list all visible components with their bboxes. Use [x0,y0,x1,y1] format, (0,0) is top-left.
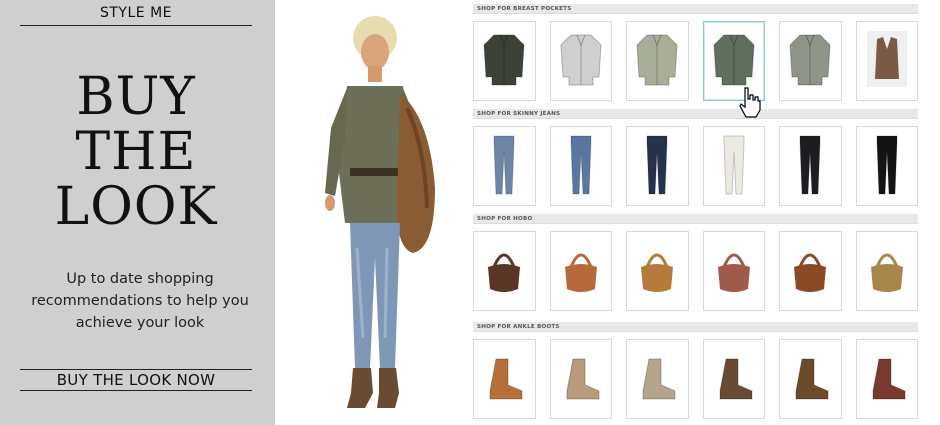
bag-icon [555,237,607,305]
product-tile[interactable] [549,21,612,101]
jacket-icon [478,27,530,95]
product-tile[interactable] [855,21,918,101]
bag-icon [631,237,683,305]
divider-top [20,25,252,26]
shirt-icon [631,27,683,95]
section-title: SHOP FOR HOBO [473,214,918,224]
product-tile[interactable] [702,126,765,206]
brand-label: STYLE ME [99,5,172,21]
jeans-icon [478,132,530,200]
product-tile[interactable] [626,126,689,206]
section-breast-pockets: SHOP FOR BREAST POCKETS [473,4,918,101]
buy-the-look-button[interactable]: BUY THE LOOK NOW [20,371,252,389]
product-tile[interactable] [702,339,765,419]
headline: BUY THE LOOK [20,70,252,235]
product-tile[interactable] [473,126,536,206]
vest-icon [861,27,913,95]
product-tile[interactable] [549,126,612,206]
headline-line-1: BUY [76,67,196,127]
promo-description: Up to date shopping recommendations to h… [31,271,249,331]
promo-panel: STYLE ME BUY THE LOOK Up to date shoppin… [0,0,275,425]
shop-panel: SHOP FOR BREAST POCKETS SHOP FOR SKINNY … [275,0,940,425]
jeans-icon [708,132,760,200]
section-skinny-jeans: SHOP FOR SKINNY JEANS [473,109,918,206]
boot-icon [478,345,530,413]
shirt-icon [784,27,836,95]
shirt-icon [708,27,760,95]
product-tile[interactable] [549,339,612,419]
section-ankle-boots: SHOP FOR ANKLE BOOTS [473,322,918,419]
product-tile[interactable] [626,231,689,311]
bag-icon [861,237,913,305]
headline-line-3: LOOK [54,177,218,237]
jeans-icon [555,132,607,200]
bag-icon [478,237,530,305]
boot-icon [555,345,607,413]
product-tile[interactable] [473,339,536,419]
section-title: SHOP FOR BREAST POCKETS [473,4,918,14]
product-tile[interactable] [779,126,842,206]
product-tile[interactable] [779,231,842,311]
product-tile[interactable] [473,231,536,311]
jeans-icon [631,132,683,200]
model-figure [325,16,435,408]
jeans-icon [784,132,836,200]
boot-icon [784,345,836,413]
bag-icon [708,237,760,305]
divider-cta-bottom [20,390,252,391]
product-tile[interactable] [855,126,918,206]
boot-icon [708,345,760,413]
product-tile[interactable] [549,231,612,311]
section-title: SHOP FOR ANKLE BOOTS [473,322,918,332]
jeans-icon [861,132,913,200]
product-tile[interactable] [779,339,842,419]
product-tile[interactable] [779,21,842,101]
section-hobo: SHOP FOR HOBO [473,214,918,311]
boot-icon [861,345,913,413]
product-tile[interactable] [626,21,689,101]
product-tile[interactable] [855,339,918,419]
divider-cta-top [20,369,252,370]
product-tile[interactable] [855,231,918,311]
headline-line-2: THE [75,122,197,182]
boot-icon [631,345,683,413]
bag-icon [784,237,836,305]
shirt-icon [555,27,607,95]
product-tile[interactable] [702,231,765,311]
product-tile[interactable] [473,21,536,101]
product-tile[interactable] [626,339,689,419]
section-title: SHOP FOR SKINNY JEANS [473,109,918,119]
hand-cursor-icon [739,87,761,118]
